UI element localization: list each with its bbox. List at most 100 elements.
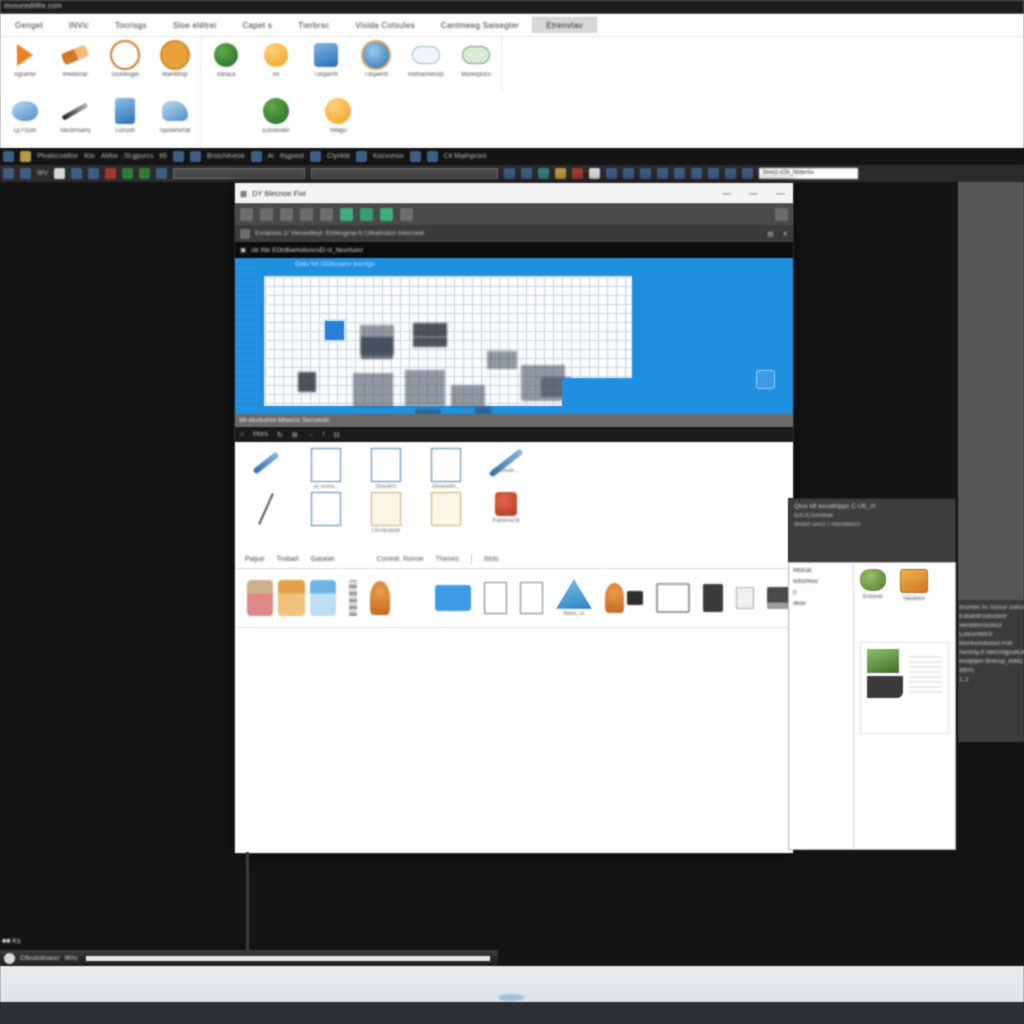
record-icon[interactable] — [105, 168, 117, 179]
people-group-3-icon[interactable] — [309, 580, 337, 616]
chart-icon[interactable] — [88, 168, 100, 179]
path-text[interactable]: ob Xbr EOrdbamobosrsEl ol_ttexntuixz — [251, 247, 363, 254]
redo-icon[interactable] — [521, 168, 533, 179]
refresh-icon[interactable] — [240, 207, 253, 221]
ribbon-item-0-0[interactable]: Agrarrer — [0, 37, 50, 93]
list-item[interactable]: Aestotp,tt netcrmtjpstllOtc — [959, 649, 1024, 658]
menu-item-9[interactable]: Kocvunso — [373, 153, 404, 160]
back-icon[interactable] — [3, 168, 14, 179]
gallery-tab-2[interactable]: Gaseiin — [311, 556, 335, 563]
breadcrumb[interactable]: Esrainios 2/ Vlesiedieyt: Etrilesgnar.fс… — [255, 230, 424, 237]
menu-item-5[interactable]: Brstchitvesti — [207, 153, 245, 160]
small-card-icon[interactable] — [735, 587, 754, 609]
swatch-card-1[interactable]: Tatsdetor — [900, 569, 928, 602]
taskbar-task-label[interactable]: Cftvutcttnaoc/ — [20, 955, 60, 962]
layers-2-icon[interactable] — [691, 168, 703, 179]
list-item[interactable]: evutptjert tttotnsp_tfdtttz — [959, 658, 1024, 667]
menu-item-3[interactable]: St:gpurcs — [124, 153, 154, 160]
monitor-icon[interactable] — [656, 583, 691, 613]
people-group-2-icon[interactable] — [278, 580, 305, 616]
ribbon-item-2-2[interactable]: Coruoti — [100, 93, 150, 148]
ribbon-item-1-1[interactable]: Irii — [251, 37, 301, 93]
world-icon[interactable] — [623, 168, 635, 179]
dark-block-icon[interactable] — [627, 591, 644, 605]
star-icon[interactable] — [20, 151, 31, 162]
search-input[interactable]: Strezt rOIt_Ntdertsr — [759, 168, 859, 179]
grid-icon[interactable] — [409, 151, 421, 162]
doc-item-1-4[interactable]: Patsitnet:tll — [483, 492, 529, 524]
doc-item-0-3[interactable]: Onnesrlt'r... — [423, 448, 469, 490]
doc-item-0-1[interactable]: uc nnrra... — [303, 448, 349, 490]
grid-sheet[interactable] — [264, 276, 632, 414]
palette-icon[interactable] — [708, 168, 720, 179]
leaf-icon[interactable] — [380, 207, 393, 221]
bulb-icon[interactable] — [555, 168, 567, 179]
window-icon[interactable] — [589, 168, 601, 179]
paper-sketch-icon[interactable] — [483, 582, 507, 614]
people-group-icon[interactable] — [247, 580, 274, 616]
ribbon-tab-3[interactable]: Sloe elétrei — [160, 18, 230, 33]
nav-item-2[interactable]: č: — [793, 590, 849, 596]
menu-item-2[interactable]: AMisi — [101, 153, 118, 160]
refresh-small-icon[interactable]: ↻ — [277, 431, 283, 439]
breadcrumb-close-icon[interactable]: ✕ — [783, 230, 788, 238]
menu-item-1[interactable]: Kto — [84, 153, 95, 160]
grid-small-icon[interactable]: ⊞ — [292, 431, 298, 439]
forward-icon[interactable] — [20, 168, 31, 179]
ring-small-icon[interactable] — [640, 168, 652, 179]
paper-sketch-2-icon[interactable] — [519, 582, 543, 614]
build-icon[interactable] — [360, 207, 373, 221]
selected-thumbnail-icon[interactable] — [435, 585, 471, 611]
list-item[interactable]: Itsontes ro- toosur ostruSbtP — [959, 604, 1024, 613]
page-icon[interactable] — [54, 168, 66, 179]
inner-close-icon[interactable]: — — [776, 188, 785, 198]
table-icon[interactable] — [71, 168, 83, 179]
ribbon-tab-2[interactable]: Tocrisgs — [102, 18, 160, 33]
gallery-tab-0[interactable]: Paljue — [245, 556, 264, 563]
ribbon-item-2-3[interactable]: Spolanvrrat — [150, 93, 200, 148]
list-item[interactable]: bfoHnoXdtstoct Puit — [959, 640, 1024, 649]
taskbar-app-icon[interactable] — [4, 952, 15, 964]
person-icon[interactable] — [250, 151, 262, 162]
ribbon-item-2-1[interactable]: Vacorroarnj — [50, 93, 100, 148]
breadcrumb-expand-icon[interactable]: ▤ — [767, 230, 773, 238]
list-item[interactable]: 1,:z — [959, 676, 1024, 685]
ribbon-tab-6[interactable]: Visida Cotsules — [342, 18, 428, 33]
doc-item-1-2[interactable]: t Ernkotontr — [363, 492, 409, 534]
lamp-2-icon[interactable] — [604, 583, 625, 613]
doc-item-0-4[interactable]: Srnmste... — [483, 448, 529, 478]
ribbon-item-1-4[interactable]: Remannerutz — [401, 37, 451, 93]
home-icon[interactable]: ⌂ — [240, 431, 244, 438]
menu-item-8[interactable]: Clynktit — [327, 153, 350, 160]
lamp-icon[interactable] — [370, 581, 390, 615]
zoom-icon[interactable] — [156, 168, 168, 179]
run-2-icon[interactable] — [139, 168, 151, 179]
arrow-right-icon[interactable]: → — [307, 431, 314, 438]
book-icon[interactable] — [703, 584, 723, 612]
alert-icon[interactable] — [572, 168, 584, 179]
ribbon-item-0-1[interactable]: Vreebsfar — [50, 37, 100, 93]
slash-icon[interactable]: / — [323, 431, 325, 438]
blueprint-canvas[interactable]: Ebtiv hrt ODtlssarnr kornfgs — [235, 258, 793, 414]
inner-maximize-icon[interactable]: — — [749, 188, 758, 198]
cloud-small-icon[interactable] — [309, 151, 321, 162]
layers-icon[interactable] — [426, 151, 438, 162]
menu-item-4[interactable]: lt5 — [159, 153, 166, 160]
panel-toggle-icon[interactable] — [775, 207, 788, 221]
doc-item-0-2[interactable]: Orsrdrt:t — [363, 448, 409, 490]
settings-icon[interactable] — [400, 207, 413, 221]
rotate-icon[interactable] — [320, 207, 333, 221]
circle-icon[interactable] — [172, 151, 184, 162]
doc-item-1-1[interactable] — [303, 492, 349, 528]
nav-item-0[interactable]: Mtdsat: — [793, 568, 849, 574]
flag-icon[interactable] — [355, 151, 367, 162]
ribbon-tab-8-selected[interactable]: Etrenvtav — [532, 17, 597, 33]
ribbon-item-3-0[interactable]: Extvesder — [245, 93, 307, 148]
selected-element[interactable] — [323, 319, 346, 342]
ribbon-tab-5[interactable]: Tіеrbrsc — [285, 18, 342, 33]
swatch-card-0[interactable]: Entstote — [860, 569, 886, 602]
ribbon-tab-4[interactable]: Capеt s — [229, 18, 285, 33]
tent-icon[interactable] — [555, 579, 592, 609]
tool-label-a[interactable]: WV — [37, 170, 48, 177]
nav-item-3[interactable]: dkov — [793, 601, 849, 607]
